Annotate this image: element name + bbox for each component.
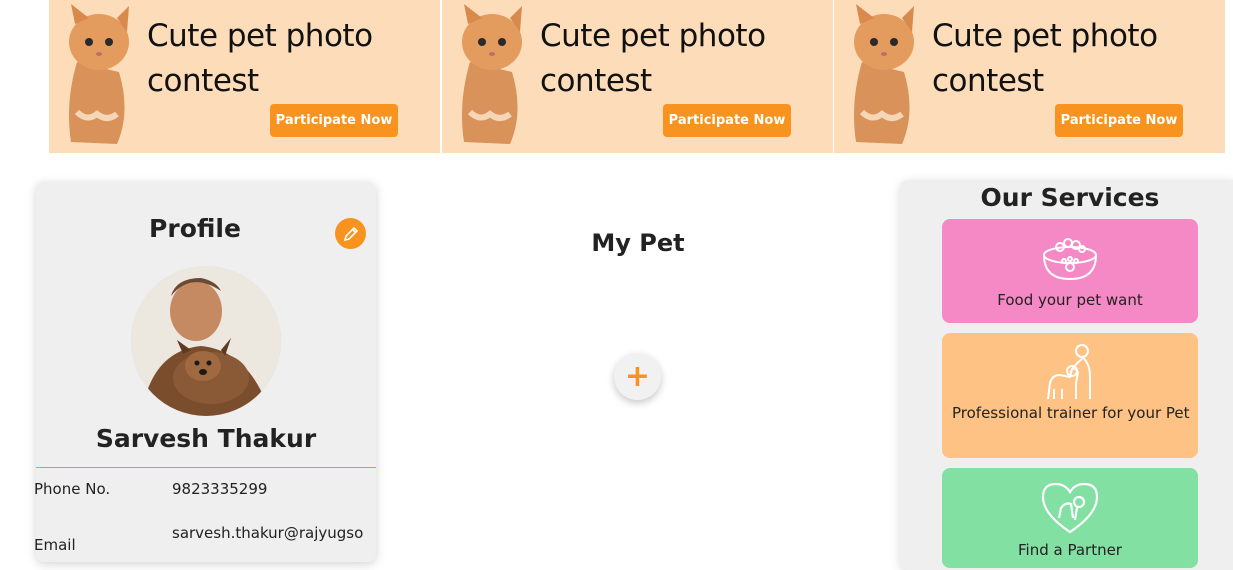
banner-title: Cute pet photo contest xyxy=(540,18,766,99)
service-label: Professional trainer for your Pet xyxy=(952,404,1190,422)
profile-name: Sarvesh Thakur xyxy=(95,424,317,453)
trainer-with-dog-icon xyxy=(1047,344,1091,400)
banner-title: Cute pet photo contest xyxy=(147,18,373,99)
profile-card: Profile Sarvesh Thakur Phone No. 9823335… xyxy=(34,182,376,562)
edit-profile-button[interactable] xyxy=(335,218,366,249)
pencil-icon xyxy=(343,226,358,241)
avatar xyxy=(131,266,281,416)
contest-banner-2[interactable]: Cute pet photo contest Participate Now xyxy=(442,0,833,153)
service-card-partner[interactable]: Find a Partner xyxy=(942,468,1198,568)
contest-banner-1[interactable]: Cute pet photo contest Participate Now xyxy=(49,0,440,153)
kitten-icon xyxy=(69,4,129,144)
participate-now-button[interactable]: Participate Now xyxy=(270,104,398,137)
participate-now-button[interactable]: Participate Now xyxy=(663,104,791,137)
kitten-icon xyxy=(854,4,914,144)
service-card-food[interactable]: Food your pet want xyxy=(942,219,1198,323)
participate-now-button[interactable]: Participate Now xyxy=(1055,104,1183,137)
email-label: Email xyxy=(34,536,76,554)
heart-pets-icon xyxy=(1041,482,1099,534)
my-pet-title: My Pet xyxy=(591,229,685,257)
banner-title: Cute pet photo contest xyxy=(932,18,1158,99)
service-label: Food your pet want xyxy=(997,291,1143,309)
plus-icon: + xyxy=(624,359,651,394)
contest-banner-3[interactable]: Cute pet photo contest Participate Now xyxy=(834,0,1225,153)
services-title: Our Services xyxy=(980,183,1160,212)
service-label: Find a Partner xyxy=(1018,541,1122,559)
profile-title: Profile xyxy=(149,214,241,243)
email-value: sarvesh.thakur@rajyugso xyxy=(172,524,364,542)
add-pet-button[interactable]: + xyxy=(614,353,661,400)
phone-value: 9823335299 xyxy=(172,480,268,498)
pet-food-bowl-icon xyxy=(1043,238,1097,281)
kitten-icon xyxy=(462,4,522,144)
phone-label: Phone No. xyxy=(34,480,111,498)
divider xyxy=(36,467,376,468)
service-card-trainer[interactable]: Professional trainer for your Pet xyxy=(942,333,1198,458)
user-photo xyxy=(131,266,281,416)
